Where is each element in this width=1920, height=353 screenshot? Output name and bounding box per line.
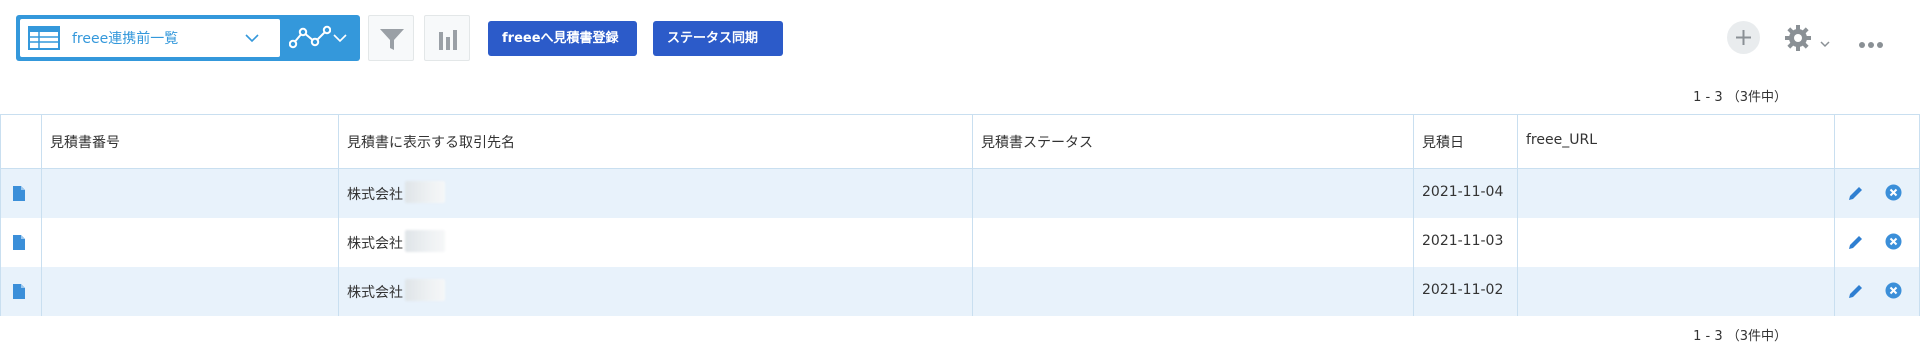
pencil-icon[interactable] [1847, 184, 1865, 206]
chevron-down-icon[interactable] [332, 30, 348, 50]
view-dropdown[interactable]: freee連携前一覧 [20, 19, 280, 57]
column-header[interactable]: 見積書に表示する取引先名 [339, 115, 973, 168]
delete-icon[interactable] [1885, 184, 1902, 205]
column-header[interactable]: 見積書番号 [42, 115, 339, 168]
table-icon [28, 26, 60, 54]
pagination-info: 1 - 3 （3件中） [1693, 90, 1787, 105]
pencil-icon[interactable] [1847, 282, 1865, 304]
gear-icon[interactable] [1784, 24, 1812, 56]
column-header[interactable]: freee_URL [1518, 115, 1835, 168]
record-table: 見積書番号 見積書に表示する取引先名 見積書ステータス 見積日 freee_UR… [0, 114, 1920, 316]
delete-icon[interactable] [1885, 233, 1902, 254]
status-sync-button[interactable]: ステータス同期 [653, 21, 783, 56]
pagination-info: 1 - 3 （3件中） [1693, 329, 1787, 344]
table-row: 株式会社 2021-11-04 [1, 169, 1919, 218]
graph-icon[interactable] [288, 24, 332, 56]
document-icon[interactable] [13, 284, 25, 303]
document-icon[interactable] [13, 235, 25, 254]
add-record-button[interactable] [1727, 21, 1760, 54]
table-row: 株式会社 2021-11-03 [1, 218, 1919, 267]
graph-button[interactable] [424, 15, 470, 61]
filter-button[interactable] [368, 15, 414, 61]
delete-icon[interactable] [1885, 282, 1902, 303]
table-header: 見積書番号 見積書に表示する取引先名 見積書ステータス 見積日 freee_UR… [1, 115, 1919, 169]
column-header[interactable]: 見積書ステータス [973, 115, 1414, 168]
view-name: freee連携前一覧 [72, 31, 179, 47]
view-selector[interactable]: freee連携前一覧 [16, 15, 360, 61]
document-icon[interactable] [13, 186, 25, 205]
table-row: 株式会社 2021-11-02 [1, 267, 1919, 316]
freee-register-button[interactable]: freeeへ見積書登録 [488, 21, 637, 56]
chevron-down-icon [244, 30, 260, 50]
column-header[interactable]: 見積日 [1414, 115, 1518, 168]
more-icon[interactable] [1858, 34, 1884, 53]
pencil-icon[interactable] [1847, 233, 1865, 255]
chevron-down-icon[interactable] [1820, 33, 1830, 52]
